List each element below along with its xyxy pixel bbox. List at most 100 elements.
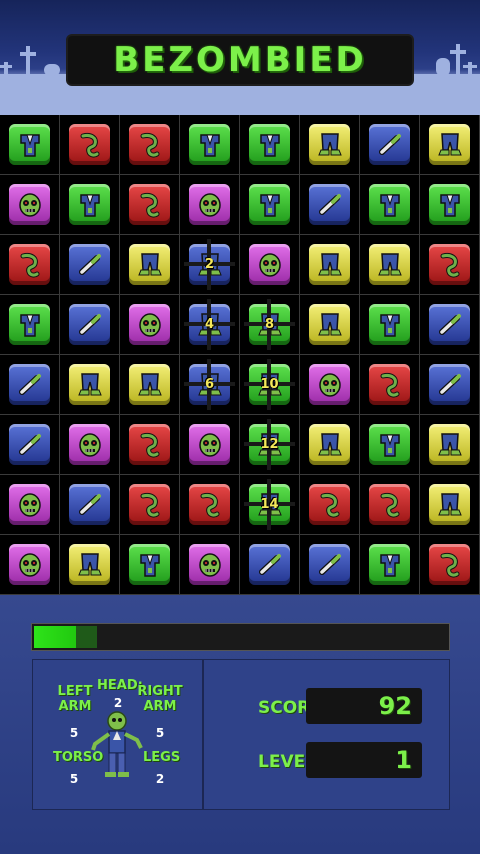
purple-head-tile[interactable] [189,544,230,585]
purple-head-tile[interactable] [129,304,170,345]
board-cell[interactable] [420,535,480,595]
blue-arm-tile[interactable] [9,364,50,405]
board-cell[interactable] [180,175,240,235]
yellow-legs-tile[interactable] [129,364,170,405]
board-cell[interactable] [360,475,420,535]
board-cell[interactable] [180,415,240,475]
board-cell[interactable] [240,115,300,175]
board-cell[interactable] [360,115,420,175]
board-cell[interactable] [60,175,120,235]
blue-arm-tile[interactable] [9,424,50,465]
board-cell[interactable] [300,535,360,595]
game-board[interactable]: 2 4 8 6 10 12 14 [0,115,480,595]
board-cell[interactable] [0,235,60,295]
board-cell[interactable] [420,295,480,355]
green-torso-tile[interactable] [429,184,470,225]
purple-head-tile[interactable] [189,184,230,225]
purple-head-tile[interactable] [249,244,290,285]
green-torso-tile[interactable] [369,304,410,345]
red-arm-tile[interactable] [9,244,50,285]
board-cell[interactable] [300,475,360,535]
blue-arm-tile[interactable] [249,544,290,585]
green-torso-tile[interactable] [369,424,410,465]
board-cell[interactable] [300,235,360,295]
board-cell[interactable] [0,295,60,355]
red-arm-tile[interactable] [129,424,170,465]
yellow-legs-tile[interactable] [129,244,170,285]
red-arm-tile[interactable] [69,124,110,165]
board-cell[interactable] [0,355,60,415]
board-cell[interactable] [0,115,60,175]
board-cell[interactable] [60,415,120,475]
blue-arm-tile[interactable] [69,244,110,285]
blue-arm-tile[interactable] [309,184,350,225]
yellow-legs-tile[interactable] [369,244,410,285]
board-cell[interactable] [420,475,480,535]
board-cell[interactable] [360,175,420,235]
board-cell[interactable] [360,535,420,595]
yellow-legs-tile[interactable] [309,424,350,465]
yellow-legs-tile[interactable] [429,484,470,525]
yellow-legs-tile[interactable] [69,544,110,585]
yellow-legs-tile[interactable] [309,124,350,165]
board-cell[interactable]: 6 [180,355,240,415]
green-torso-tile[interactable] [9,124,50,165]
board-cell[interactable] [240,175,300,235]
board-cell[interactable] [420,355,480,415]
board-cell[interactable] [120,175,180,235]
yellow-legs-tile[interactable] [429,424,470,465]
board-cell[interactable] [120,535,180,595]
board-cell[interactable] [60,295,120,355]
board-cell[interactable] [240,535,300,595]
board-cell[interactable] [360,355,420,415]
board-cell[interactable] [360,295,420,355]
green-torso-tile[interactable] [249,184,290,225]
red-arm-tile[interactable] [129,184,170,225]
board-cell[interactable] [300,415,360,475]
blue-arm-tile[interactable] [429,364,470,405]
green-torso-tile[interactable] [69,184,110,225]
board-cell[interactable] [180,475,240,535]
board-cell[interactable]: 8 [240,295,300,355]
purple-head-tile[interactable] [9,484,50,525]
board-cell[interactable]: 14 [240,475,300,535]
board-cell[interactable] [300,175,360,235]
green-torso-tile[interactable] [369,544,410,585]
board-cell[interactable] [60,535,120,595]
board-cell[interactable] [120,475,180,535]
purple-head-tile[interactable] [9,184,50,225]
board-cell[interactable] [360,235,420,295]
blue-arm-tile[interactable] [429,304,470,345]
board-cell[interactable] [300,115,360,175]
red-arm-tile[interactable] [129,124,170,165]
board-cell[interactable] [120,295,180,355]
blue-arm-tile[interactable] [69,484,110,525]
board-cell[interactable] [240,235,300,295]
yellow-legs-tile[interactable] [69,364,110,405]
board-cell[interactable] [120,235,180,295]
board-cell[interactable] [360,415,420,475]
board-cell[interactable] [60,475,120,535]
red-arm-tile[interactable] [129,484,170,525]
board-cell[interactable] [180,115,240,175]
purple-head-tile[interactable] [69,424,110,465]
board-cell[interactable] [0,175,60,235]
board-cell[interactable] [60,115,120,175]
board-cell[interactable]: 2 [180,235,240,295]
board-cell[interactable] [60,235,120,295]
board-cell[interactable] [120,355,180,415]
board-cell[interactable] [180,535,240,595]
board-cell[interactable] [60,355,120,415]
red-arm-tile[interactable] [429,544,470,585]
red-arm-tile[interactable] [429,244,470,285]
board-cell[interactable] [420,415,480,475]
board-cell[interactable] [0,475,60,535]
purple-head-tile[interactable] [309,364,350,405]
blue-arm-tile[interactable] [309,544,350,585]
red-arm-tile[interactable] [369,364,410,405]
yellow-legs-tile[interactable] [309,244,350,285]
red-arm-tile[interactable] [309,484,350,525]
board-cell[interactable]: 12 [240,415,300,475]
red-arm-tile[interactable] [189,484,230,525]
board-cell[interactable]: 4 [180,295,240,355]
